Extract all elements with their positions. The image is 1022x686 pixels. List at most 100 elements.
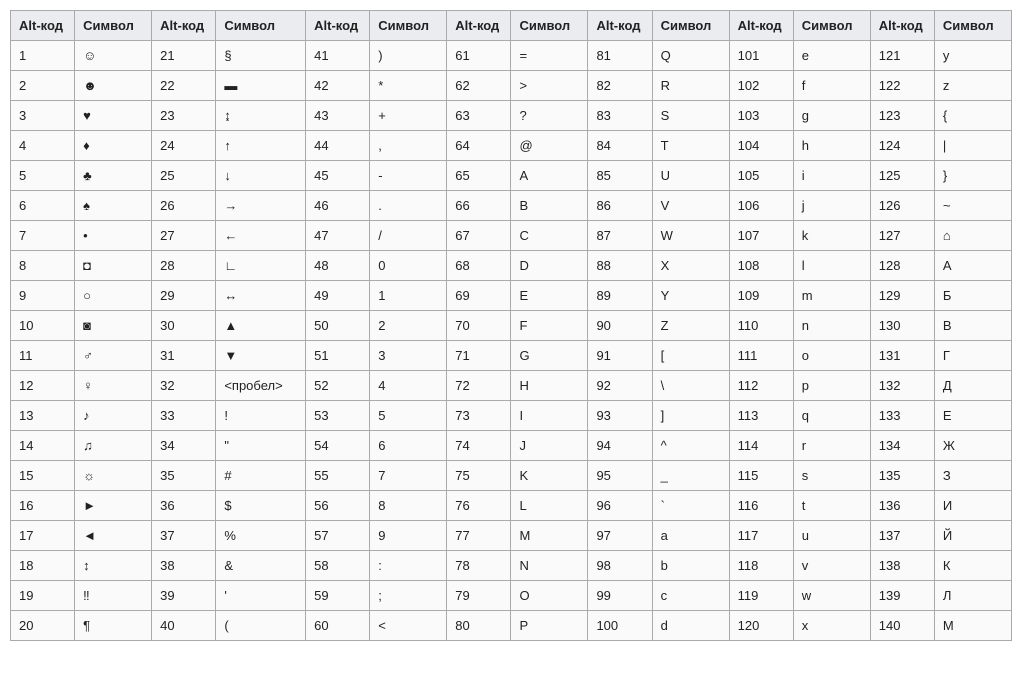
- symbol-cell: f: [793, 71, 870, 101]
- symbol-cell: >: [511, 71, 588, 101]
- symbol-cell: ♠: [75, 191, 152, 221]
- table-body: 1☺21§41)61=81Q101e121y2☻22▬42*62>82R102f…: [11, 41, 1012, 641]
- alt-code-cell: 130: [870, 311, 934, 341]
- alt-code-cell: 110: [729, 311, 793, 341]
- alt-code-cell: 116: [729, 491, 793, 521]
- alt-code-cell: 94: [588, 431, 652, 461]
- alt-code-cell: 32: [152, 371, 216, 401]
- alt-code-cell: 46: [306, 191, 370, 221]
- table-row: 16►36$56876L96`116t136И: [11, 491, 1012, 521]
- symbol-cell: p: [793, 371, 870, 401]
- symbol-cell: М: [934, 611, 1011, 641]
- alt-code-cell: 134: [870, 431, 934, 461]
- symbol-cell: 9: [370, 521, 447, 551]
- alt-code-cell: 35: [152, 461, 216, 491]
- symbol-cell: ♫: [75, 431, 152, 461]
- alt-code-cell: 36: [152, 491, 216, 521]
- symbol-cell: i: [793, 161, 870, 191]
- symbol-cell: T: [652, 131, 729, 161]
- symbol-cell: o: [793, 341, 870, 371]
- alt-code-cell: 127: [870, 221, 934, 251]
- symbol-cell: Й: [934, 521, 1011, 551]
- table-row: 17◄37%57977M97a117u137Й: [11, 521, 1012, 551]
- alt-code-cell: 37: [152, 521, 216, 551]
- alt-code-cell: 7: [11, 221, 75, 251]
- alt-code-cell: 102: [729, 71, 793, 101]
- symbol-cell: ←: [216, 221, 306, 251]
- alt-code-cell: 126: [870, 191, 934, 221]
- symbol-cell: I: [511, 401, 588, 431]
- alt-code-cell: 8: [11, 251, 75, 281]
- alt-code-cell: 135: [870, 461, 934, 491]
- symbol-cell: _: [652, 461, 729, 491]
- col-header-symbol: Символ: [370, 11, 447, 41]
- symbol-cell: L: [511, 491, 588, 521]
- symbol-cell: ⌂: [934, 221, 1011, 251]
- symbol-cell: ↨: [216, 101, 306, 131]
- alt-code-cell: 139: [870, 581, 934, 611]
- symbol-cell: 5: [370, 401, 447, 431]
- table-row: 18↕38&58:78N98b118v138К: [11, 551, 1012, 581]
- table-row: 7•27←47/67C87W107k127⌂: [11, 221, 1012, 251]
- alt-code-cell: 23: [152, 101, 216, 131]
- symbol-cell: ↑: [216, 131, 306, 161]
- symbol-cell: =: [511, 41, 588, 71]
- alt-code-cell: 6: [11, 191, 75, 221]
- symbol-cell: H: [511, 371, 588, 401]
- table-row: 13♪33!53573I93]113q133Е: [11, 401, 1012, 431]
- alt-code-cell: 93: [588, 401, 652, 431]
- symbol-cell: З: [934, 461, 1011, 491]
- symbol-cell: 2: [370, 311, 447, 341]
- alt-code-cell: 133: [870, 401, 934, 431]
- alt-code-cell: 59: [306, 581, 370, 611]
- alt-code-cell: 96: [588, 491, 652, 521]
- alt-code-cell: 50: [306, 311, 370, 341]
- symbol-cell: ♪: [75, 401, 152, 431]
- alt-code-cell: 122: [870, 71, 934, 101]
- alt-code-cell: 86: [588, 191, 652, 221]
- symbol-cell: -: [370, 161, 447, 191]
- symbol-cell: 6: [370, 431, 447, 461]
- symbol-cell: E: [511, 281, 588, 311]
- symbol-cell: j: [793, 191, 870, 221]
- alt-code-cell: 132: [870, 371, 934, 401]
- alt-code-cell: 49: [306, 281, 370, 311]
- alt-code-cell: 90: [588, 311, 652, 341]
- symbol-cell: Ж: [934, 431, 1011, 461]
- table-row: 9○29↔49169E89Y109m129Б: [11, 281, 1012, 311]
- symbol-cell: ∟: [216, 251, 306, 281]
- symbol-cell: ~: [934, 191, 1011, 221]
- alt-code-cell: 88: [588, 251, 652, 281]
- symbol-cell: \: [652, 371, 729, 401]
- symbol-cell: v: [793, 551, 870, 581]
- symbol-cell: z: [934, 71, 1011, 101]
- alt-code-cell: 15: [11, 461, 75, 491]
- alt-code-cell: 89: [588, 281, 652, 311]
- symbol-cell: u: [793, 521, 870, 551]
- alt-code-cell: 129: [870, 281, 934, 311]
- symbol-cell: s: [793, 461, 870, 491]
- alt-code-cell: 69: [447, 281, 511, 311]
- alt-code-cell: 62: [447, 71, 511, 101]
- alt-code-cell: 118: [729, 551, 793, 581]
- symbol-cell: ]: [652, 401, 729, 431]
- symbol-cell: И: [934, 491, 1011, 521]
- alt-code-cell: 113: [729, 401, 793, 431]
- symbol-cell: !: [216, 401, 306, 431]
- alt-code-cell: 112: [729, 371, 793, 401]
- alt-code-cell: 17: [11, 521, 75, 551]
- alt-code-cell: 54: [306, 431, 370, 461]
- alt-code-cell: 97: [588, 521, 652, 551]
- alt-code-cell: 73: [447, 401, 511, 431]
- alt-code-cell: 19: [11, 581, 75, 611]
- alt-code-cell: 120: [729, 611, 793, 641]
- table-row: 8◘28∟48068D88X108l128А: [11, 251, 1012, 281]
- alt-code-cell: 28: [152, 251, 216, 281]
- symbol-cell: Z: [652, 311, 729, 341]
- symbol-cell: m: [793, 281, 870, 311]
- alt-code-cell: 11: [11, 341, 75, 371]
- alt-code-cell: 48: [306, 251, 370, 281]
- symbol-cell: ¶: [75, 611, 152, 641]
- symbol-cell: ♀: [75, 371, 152, 401]
- symbol-cell: `: [652, 491, 729, 521]
